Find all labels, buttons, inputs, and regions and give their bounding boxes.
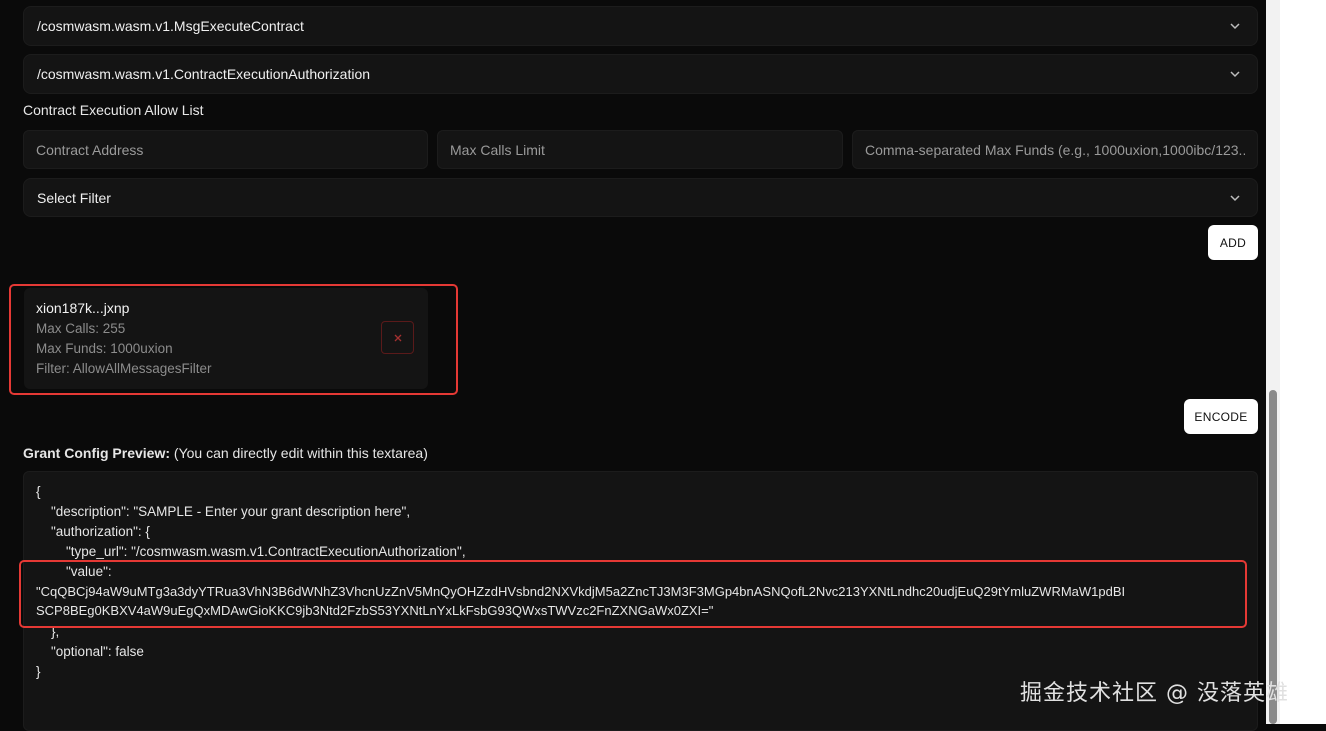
filter-select[interactable]: Select Filter (23, 178, 1258, 217)
add-button[interactable]: ADD (1208, 225, 1258, 260)
max-calls-input[interactable] (437, 130, 843, 169)
code-line: "CqQBCj94aW9uMTg3a3dyYTRua3VhN3B6dWNhZ3V… (36, 584, 1126, 599)
chevron-down-icon (1230, 195, 1240, 202)
code-line: "authorization": { (36, 524, 150, 539)
code-line: }, (36, 624, 60, 639)
filter-select-value: Select Filter (37, 189, 111, 206)
page-edge (1280, 0, 1326, 724)
entry-max-funds: Max Funds: 1000uxion (36, 341, 173, 356)
message-type-select[interactable]: /cosmwasm.wasm.v1.MsgExecuteContract (23, 6, 1258, 46)
entry-filter: Filter: AllowAllMessagesFilter (36, 361, 212, 376)
code-line: "description": "SAMPLE - Enter your gran… (36, 504, 411, 519)
max-funds-input[interactable] (852, 130, 1258, 169)
allow-list-entry: xion187k...jxnp Max Calls: 255 Max Funds… (24, 288, 428, 389)
code-line: "value": (36, 564, 112, 579)
code-line: "optional": false (36, 644, 144, 659)
entry-address: xion187k...jxnp (36, 300, 130, 316)
preview-label-bold: Grant Config Preview: (23, 445, 171, 461)
grant-config-preview-label: Grant Config Preview: (You can directly … (23, 445, 428, 461)
authorization-type-select[interactable]: /cosmwasm.wasm.v1.ContractExecutionAutho… (23, 54, 1258, 94)
entry-max-calls: Max Calls: 255 (36, 321, 126, 336)
preview-label-hint: (You can directly edit within this texta… (170, 445, 428, 461)
message-type-value: /cosmwasm.wasm.v1.MsgExecuteContract (37, 18, 304, 34)
encode-button[interactable]: ENCODE (1184, 399, 1258, 434)
watermark: 掘金技术社区 @ 没落英雄 (1020, 681, 1289, 706)
grant-config-form: /cosmwasm.wasm.v1.MsgExecuteContract /co… (23, 0, 1258, 731)
close-icon (394, 334, 401, 341)
chevron-down-icon (1230, 71, 1240, 78)
allow-list-label: Contract Execution Allow List (23, 102, 204, 118)
code-line: } (36, 664, 41, 679)
remove-entry-button[interactable] (381, 321, 414, 354)
scrollbar-thumb[interactable] (1269, 390, 1277, 724)
code-line: SCP8BEg0KBXV4aW9uEgQxMDAwGioKKC9jb3Ntd2F… (36, 603, 714, 618)
authorization-type-value: /cosmwasm.wasm.v1.ContractExecutionAutho… (37, 66, 371, 82)
contract-address-input[interactable] (23, 130, 428, 169)
code-line: "type_url": "/cosmwasm.wasm.v1.ContractE… (36, 544, 466, 559)
chevron-down-icon (1230, 23, 1240, 30)
code-line: { (36, 484, 41, 499)
